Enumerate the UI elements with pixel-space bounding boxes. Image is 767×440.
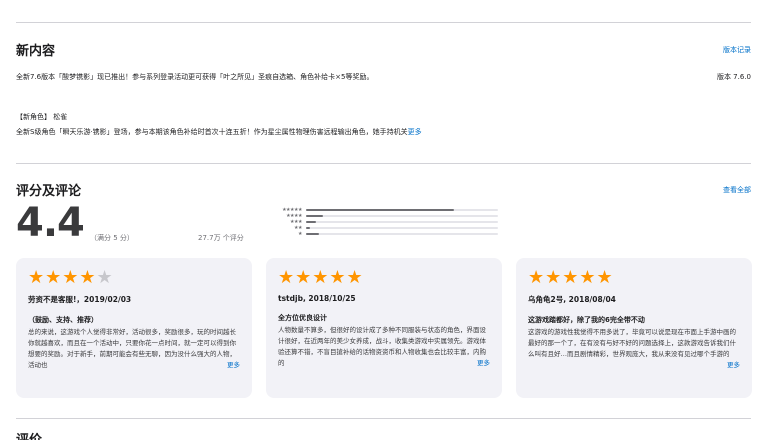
- rating-bar-fill: [306, 227, 310, 229]
- star-icons: ★★★★★: [278, 267, 364, 288]
- review-author: tstdjb, 2018/10/25: [278, 294, 356, 303]
- review-card[interactable]: ★★★★★ tstdjb, 2018/10/25 全方位优良设计 人物数量不算多…: [266, 258, 502, 398]
- see-all-link[interactable]: 查看全部: [723, 185, 751, 195]
- rating-bar-row: ★: [266, 231, 498, 237]
- rating-bar-track: [306, 227, 498, 229]
- whats-new-line-3: 全新S级角色「瞬天乐游·镌影」登场，参与本期该角色补给时首次十连五折！作为星尘属…: [16, 127, 422, 137]
- review-body: 总的来说，这游戏个人觉得非常好，活动很多，奖励很多，玩的时间越长你就越喜欢，而且…: [28, 327, 240, 371]
- review-card[interactable]: ★★★★★ 劳资不是客服!，2019/02/03 （鼓励、支持、推荐） 总的来说…: [16, 258, 252, 398]
- review-more-link[interactable]: 更多: [471, 358, 490, 369]
- whats-new-line-3-text: 全新S级角色「瞬天乐游·镌影」登场，参与本期该角色补给时首次十连五折！作为星尘属…: [16, 128, 408, 136]
- whats-new-title: 新内容: [16, 44, 56, 59]
- review-title: 这游戏踏都好，除了我的6完全带不动: [528, 316, 645, 324]
- top-divider: [16, 22, 751, 23]
- version-history-link[interactable]: 版本记录: [723, 45, 751, 55]
- review-stars: ★★★★★: [278, 268, 490, 288]
- review-body-text: 总的来说，这游戏个人觉得非常好，活动很多，奖励很多，玩的时间越长你就越喜欢，而且…: [28, 328, 236, 369]
- empty-star-icons: ★: [96, 267, 114, 288]
- next-section-title: 评价: [16, 429, 42, 440]
- review-body: 人物数量不算多，但很好的设计成了多种不同服装与状态的角色，界面设计很好，在近两年…: [278, 325, 490, 369]
- rating-bar-track: [306, 215, 498, 217]
- review-title: （鼓励、支持、推荐）: [28, 316, 98, 324]
- rating-bar-fill: [306, 215, 324, 217]
- rating-bar-track: [306, 233, 498, 235]
- rating-distribution: ★★★★★ ★★★★ ★★★ ★★ ★: [266, 207, 498, 237]
- rating-bar-fill: [306, 221, 316, 223]
- review-more-link[interactable]: 更多: [221, 360, 240, 371]
- review-card[interactable]: ★★★★★ 乌角龟2号, 2018/08/04 这游戏踏都好，除了我的6完全带不…: [516, 258, 752, 398]
- review-body-text: 人物数量不算多，但很好的设计成了多种不同服装与状态的角色，界面设计很好，在近两年…: [278, 326, 486, 367]
- rating-bar-fill: [306, 233, 320, 235]
- ratings-divider: [16, 163, 751, 164]
- review-body: 这游戏的游戏性我觉得不用多说了，毕竟可以说是现在市面上手游中画的最好的那一个了，…: [528, 327, 740, 371]
- whats-new-more-link[interactable]: 更多: [408, 128, 422, 136]
- rating-bar-track: [306, 209, 498, 211]
- review-title: 全方位优良设计: [278, 314, 327, 322]
- whats-new-line-1: 全新7.6版本「酸梦镌影」现已推出！参与系列登录活动更可获得「叶之所见」圣痕自选…: [16, 73, 374, 81]
- ratings-title: 评分及评论: [16, 184, 82, 199]
- review-stars: ★★★★★: [28, 268, 240, 288]
- bottom-divider: [16, 418, 751, 419]
- whats-new-line-2: 【新角色】 松雀: [16, 113, 68, 121]
- review-author: 劳资不是客服!，2019/02/03: [28, 295, 132, 304]
- rating-count: 27.7万 个评分: [198, 234, 244, 242]
- rating-out-of: （满分 5 分）: [90, 234, 134, 242]
- review-author: 乌角龟2号, 2018/08/04: [528, 295, 616, 304]
- rating-bar-fill: [306, 209, 454, 211]
- star-icons: ★★★★★: [528, 267, 614, 288]
- star-icons: ★★★★: [28, 267, 97, 288]
- review-more-link[interactable]: 更多: [721, 360, 740, 371]
- review-body-text: 这游戏的游戏性我觉得不用多说了，毕竟可以说是现在市面上手游中画的最好的那一个了，…: [528, 328, 736, 358]
- version-label: 版本 7.6.0: [716, 73, 751, 81]
- review-stars: ★★★★★: [528, 268, 740, 288]
- rating-bar-stars: ★: [298, 231, 302, 237]
- rating-bar-track: [306, 221, 498, 223]
- average-rating: 4.4: [16, 200, 85, 246]
